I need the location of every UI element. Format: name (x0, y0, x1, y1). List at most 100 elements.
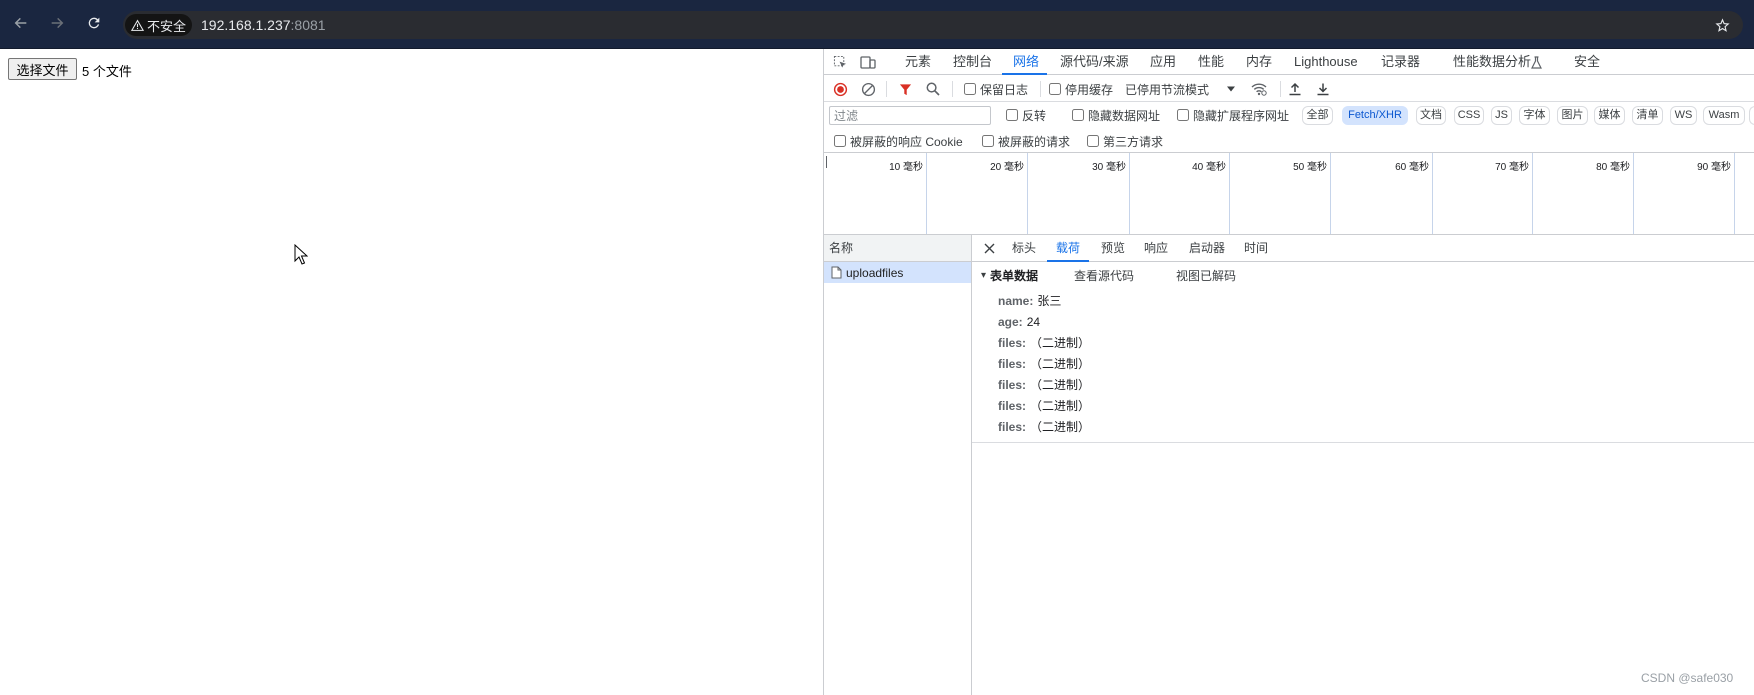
form-field-value: （二进制） (1030, 399, 1091, 413)
network-toolbar: 保留日志 停用缓存 已停用节流模式 (824, 75, 1754, 102)
tab-lighthouse[interactable]: Lighthouse (1294, 49, 1358, 75)
type-filter-fetch-xhr[interactable]: Fetch/XHR (1342, 106, 1408, 125)
type-filter-overflow[interactable] (1749, 106, 1754, 125)
type-filter-ws[interactable]: WS (1670, 106, 1697, 125)
form-field: files: （二进制） (998, 395, 1090, 416)
blocked-requests-checkbox[interactable] (982, 135, 994, 147)
tab-memory[interactable]: 内存 (1246, 49, 1272, 75)
url-text[interactable]: 192.168.1.237:8081 (201, 17, 326, 33)
choose-file-button[interactable]: 选择文件 (8, 58, 77, 80)
network-filter-bar: 反转 隐藏数据网址 隐藏扩展程序网址 全部 Fetch/XHR 文档 CSS J… (824, 102, 1754, 129)
throttling-dropdown[interactable] (1222, 80, 1240, 98)
type-filter-img[interactable]: 图片 (1557, 106, 1588, 125)
view-source-button[interactable]: 查看源代码 (1074, 268, 1134, 284)
throttling-select[interactable]: 已停用节流模式 (1125, 81, 1209, 98)
back-button[interactable] (9, 13, 33, 37)
form-field-key: files: (998, 356, 1027, 371)
forward-button[interactable] (45, 13, 69, 37)
blocked-cookies-label: 被屏蔽的响应 Cookie (850, 134, 963, 149)
upload-icon (1288, 82, 1302, 96)
timeline-start-marker (826, 156, 827, 168)
active-detail-tab-indicator (1047, 260, 1089, 262)
network-conditions-button[interactable] (1250, 80, 1268, 98)
tab-performance[interactable]: 性能 (1198, 49, 1224, 75)
tab-initiator[interactable]: 启动器 (1189, 235, 1225, 261)
clear-button[interactable] (859, 80, 877, 98)
tab-timing[interactable]: 时间 (1244, 235, 1268, 261)
bookmark-button[interactable] (1712, 15, 1732, 35)
preserve-log-checkbox[interactable] (964, 83, 976, 95)
form-field-key: files: (998, 335, 1027, 350)
toolbar-divider (1040, 81, 1041, 97)
device-toolbar-icon[interactable] (859, 53, 877, 71)
blocked-cookies-checkbox[interactable] (834, 135, 846, 147)
timeline-gridline (1734, 153, 1735, 234)
export-har-button[interactable] (1314, 80, 1332, 98)
tab-network[interactable]: 网络 (1013, 49, 1039, 75)
browser-toolbar: 不安全 192.168.1.237:8081 (0, 0, 1754, 49)
invert-checkbox[interactable] (1006, 109, 1018, 121)
tab-performance-insights[interactable]: 性能数据分析 (1453, 49, 1531, 75)
third-party-checkbox[interactable] (1087, 135, 1099, 147)
blocked-cookies-option[interactable]: 被屏蔽的响应 Cookie (834, 133, 963, 149)
request-row[interactable]: uploadfiles (824, 262, 971, 283)
toolbar-divider (1280, 81, 1281, 97)
type-filter-wasm[interactable]: Wasm (1703, 106, 1745, 125)
timeline-label: 50 毫秒 (1293, 162, 1327, 173)
tab-payload[interactable]: 载荷 (1056, 235, 1080, 261)
type-filter-font[interactable]: 字体 (1519, 106, 1550, 125)
star-icon (1714, 17, 1731, 34)
timeline-gridline (1633, 153, 1634, 234)
form-data-title[interactable]: 表单数据 (990, 268, 1038, 284)
disable-cache-checkbox[interactable] (1049, 83, 1061, 95)
import-har-button[interactable] (1286, 80, 1304, 98)
tab-console[interactable]: 控制台 (953, 49, 992, 75)
collapse-triangle-icon[interactable]: ▾ (981, 268, 986, 284)
chevron-down-icon (1226, 85, 1236, 93)
reload-button[interactable] (82, 13, 106, 37)
type-filter-js[interactable]: JS (1491, 106, 1512, 125)
tab-recorder[interactable]: 记录器 (1381, 49, 1420, 75)
type-filter-manifest[interactable]: 清单 (1632, 106, 1663, 125)
tab-response[interactable]: 响应 (1144, 235, 1168, 261)
tab-preview[interactable]: 预览 (1101, 235, 1125, 261)
hide-data-urls-checkbox[interactable] (1072, 109, 1084, 121)
timeline-label: 10 毫秒 (889, 162, 923, 173)
network-filter-bar-2: 被屏蔽的响应 Cookie 被屏蔽的请求 第三方请求 (824, 129, 1754, 153)
hide-extension-urls-option[interactable]: 隐藏扩展程序网址 (1177, 107, 1289, 123)
search-button[interactable] (924, 80, 942, 98)
filter-funnel-icon (899, 83, 912, 96)
type-filter-doc[interactable]: 文档 (1416, 106, 1446, 125)
record-button[interactable] (831, 80, 849, 98)
watermark: CSDN @safe030 (1641, 671, 1734, 685)
tab-elements[interactable]: 元素 (905, 49, 931, 75)
disable-cache-option[interactable]: 停用缓存 (1049, 81, 1113, 97)
security-chip[interactable]: 不安全 (125, 14, 192, 36)
blocked-requests-option[interactable]: 被屏蔽的请求 (982, 133, 1070, 149)
hide-extension-urls-checkbox[interactable] (1177, 109, 1189, 121)
preserve-log-option[interactable]: 保留日志 (964, 81, 1028, 97)
address-bar[interactable]: 不安全 192.168.1.237:8081 (123, 11, 1743, 39)
close-detail-button[interactable] (982, 241, 996, 255)
tab-headers[interactable]: 标头 (1012, 235, 1036, 261)
filter-input[interactable] (829, 106, 991, 125)
filter-toggle-button[interactable] (896, 80, 914, 98)
blocked-requests-label: 被屏蔽的请求 (998, 134, 1071, 149)
third-party-option[interactable]: 第三方请求 (1087, 133, 1163, 149)
type-filter-css[interactable]: CSS (1454, 106, 1484, 125)
request-list: 名称 uploadfiles (824, 235, 972, 695)
network-overview-timeline[interactable]: 10 毫秒 20 毫秒 30 毫秒 40 毫秒 50 毫秒 60 毫秒 70 毫… (824, 153, 1754, 235)
timeline-gridline (1129, 153, 1130, 234)
arrow-right-icon (49, 15, 65, 36)
form-field-value: 张三 (1037, 294, 1062, 308)
inspect-element-icon[interactable] (831, 53, 849, 71)
hide-data-urls-option[interactable]: 隐藏数据网址 (1072, 107, 1160, 123)
view-decoded-button[interactable]: 视图已解码 (1176, 268, 1236, 284)
invert-option[interactable]: 反转 (1006, 107, 1046, 123)
type-filter-media[interactable]: 媒体 (1594, 106, 1625, 125)
type-filter-all[interactable]: 全部 (1302, 106, 1333, 125)
tab-application[interactable]: 应用 (1150, 49, 1176, 75)
tab-security[interactable]: 安全 (1574, 49, 1600, 75)
name-column-header[interactable]: 名称 (824, 235, 971, 262)
tab-sources[interactable]: 源代码/来源 (1060, 49, 1129, 75)
